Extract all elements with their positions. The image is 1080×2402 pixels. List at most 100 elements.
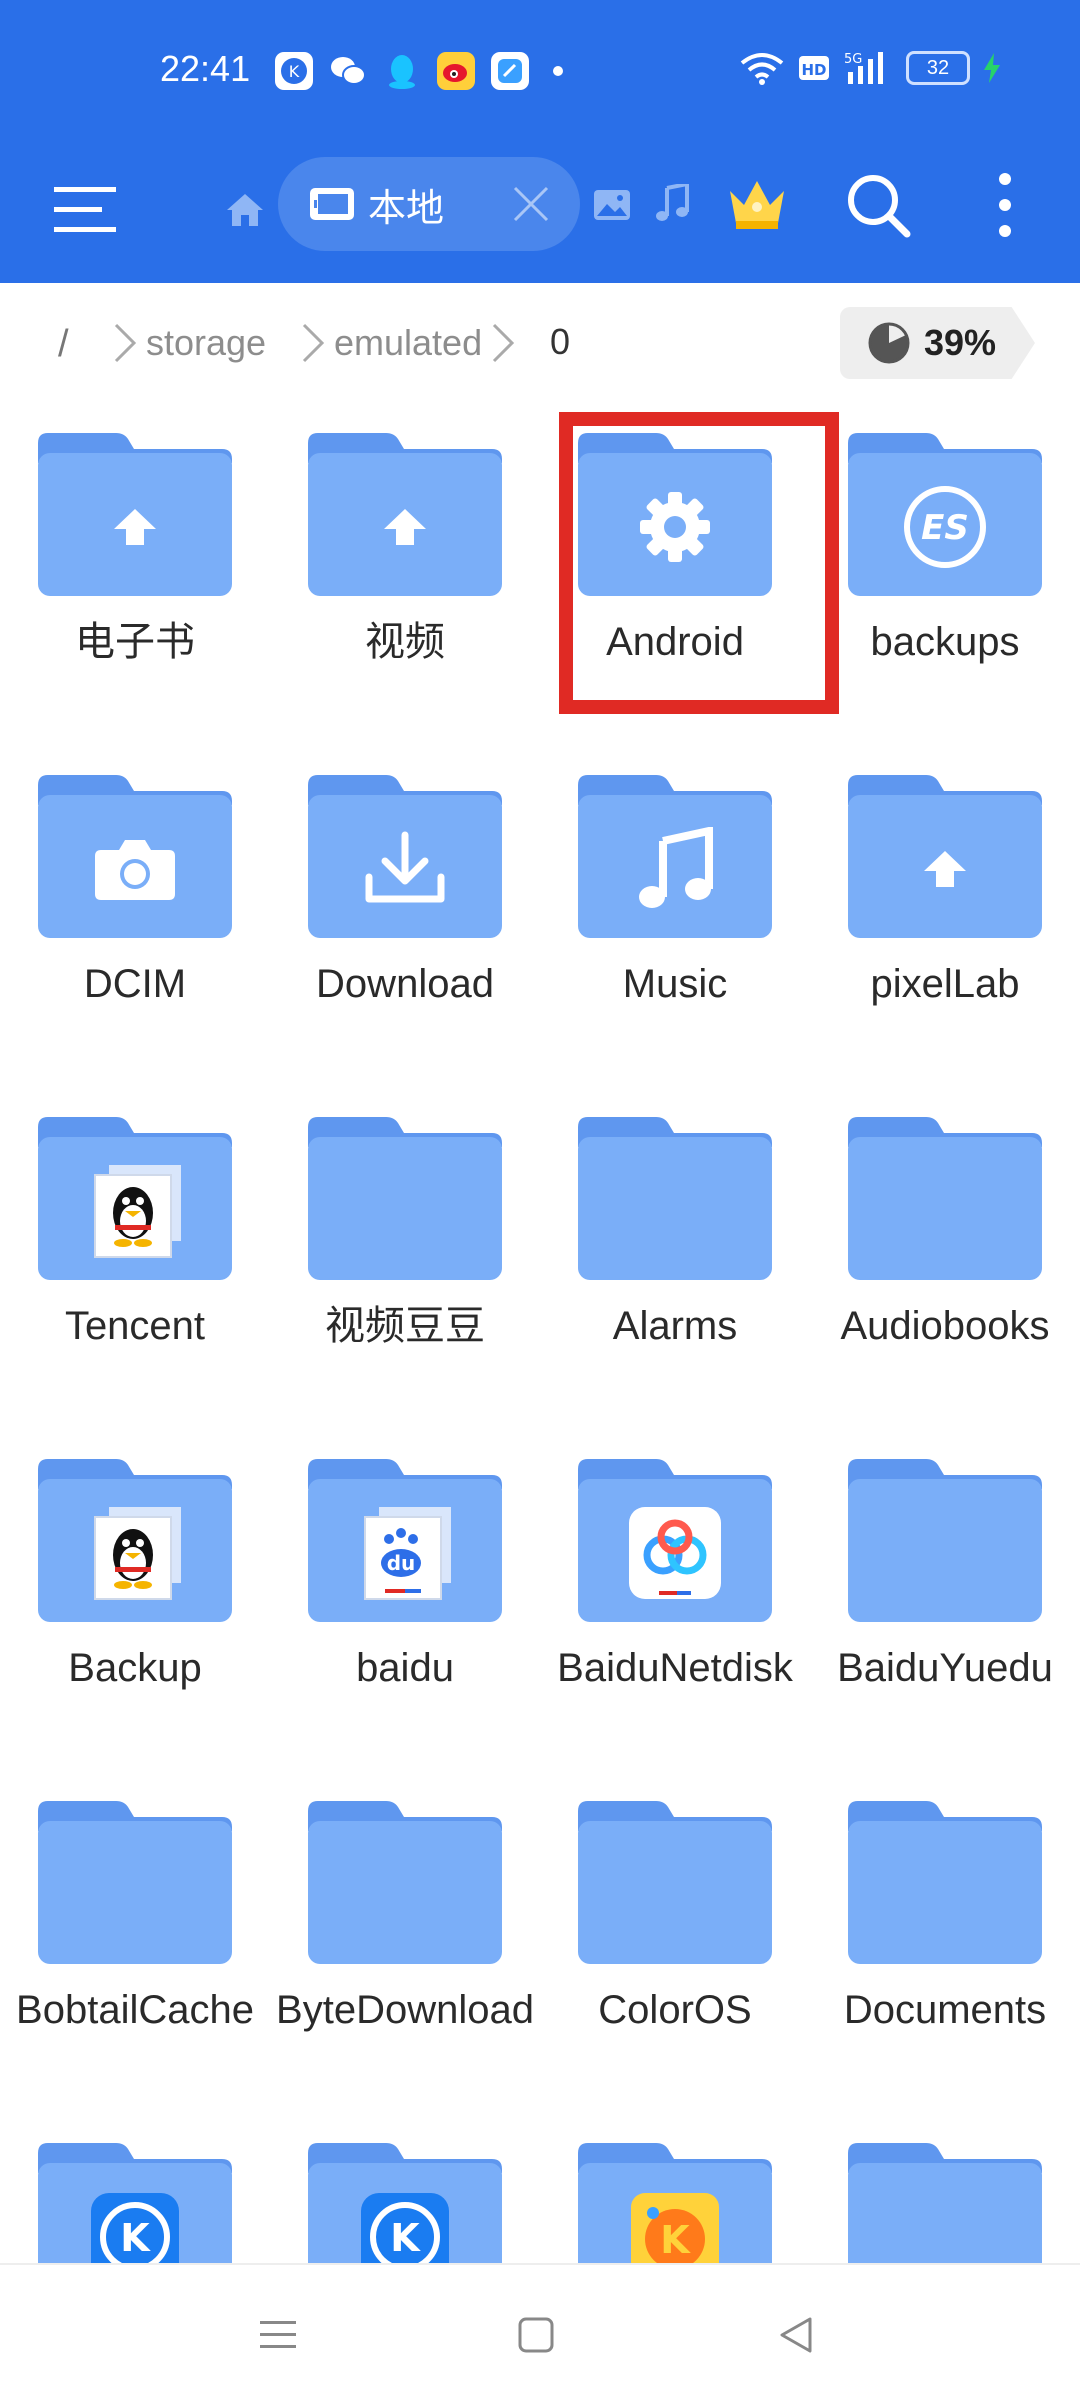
battery-level: 32 (926, 56, 950, 79)
folder-name: 视频 (365, 620, 445, 664)
folder-name: DCIM (83, 962, 187, 1006)
folder-item-download-5[interactable]: Download (270, 745, 540, 1087)
nav-recents-button[interactable] (248, 2305, 308, 2365)
folder-item-baidu-13[interactable]: du baidu (270, 1429, 540, 1771)
storage-usage-percent: 39% (924, 322, 997, 363)
folder-item-tencent-8[interactable]: Tencent (0, 1087, 270, 1429)
app-notification-icon (491, 52, 529, 90)
folder-name: Music (622, 962, 728, 1006)
chevron-right-icon (302, 323, 325, 363)
storage-usage-badge[interactable]: 39% (840, 307, 1035, 379)
breadcrumb-item-emulated[interactable]: emulated (300, 321, 524, 365)
nav-back-button[interactable] (766, 2305, 826, 2365)
menu-lines-icon (260, 2321, 296, 2348)
folder-item-partial-21[interactable]: K (270, 2113, 540, 2263)
folder-name: Alarms (612, 1304, 738, 1348)
folder-shape (308, 1117, 502, 1280)
hamburger-icon (54, 187, 116, 232)
folder-item-coloros-18[interactable]: ColorOS (540, 1771, 810, 2113)
folder-item-baidunetdisk-14[interactable]: BaiduNetdisk (540, 1429, 810, 1771)
folder-item-partial-23[interactable] (810, 2113, 1080, 2263)
kuaikan-icon: K (578, 2168, 772, 2263)
folder-item-partial-22[interactable]: K (540, 2113, 810, 2263)
status-bar: 22:41 K HD 5G 32 (0, 0, 1080, 145)
more-options-button[interactable] (985, 167, 1025, 243)
folder-item-baiduyuedu-15[interactable]: BaiduYuedu (810, 1429, 1080, 1771)
vip-button[interactable] (722, 169, 792, 239)
upload-arrow-icon (38, 458, 232, 596)
folder-name: baidu (356, 1646, 454, 1690)
menu-button[interactable] (50, 175, 120, 245)
hd-icon: HD (799, 56, 829, 80)
breadcrumb-label: storage (146, 322, 267, 363)
baidu-paw-icon: du (308, 1484, 502, 1622)
folder-item-dcim-4[interactable]: DCIM (0, 745, 270, 1087)
search-button[interactable] (840, 167, 916, 243)
folder-name: backups (870, 620, 1020, 664)
folder-item-music-6[interactable]: Music (540, 745, 810, 1087)
folder-name: BobtailCache (16, 1988, 254, 2032)
folder-name: 视频豆豆 (325, 1304, 485, 1348)
kugou-icon: K (38, 2168, 232, 2263)
music-note-icon (578, 800, 772, 938)
breadcrumb-item-current[interactable]: 0 (550, 321, 570, 363)
home-button[interactable] (220, 185, 270, 235)
folder-item-backup-12[interactable]: Backup (0, 1429, 270, 1771)
tab-local-label: 本地 (368, 187, 445, 230)
folder-name: Backup (68, 1646, 202, 1690)
square-icon (518, 2317, 554, 2353)
folder-name: BaiduNetdisk (557, 1646, 793, 1690)
nav-home-button[interactable] (506, 2305, 566, 2365)
folder-item-android-2[interactable]: Android (540, 403, 810, 745)
folder-item-bobtailcache-16[interactable]: BobtailCache (0, 1771, 270, 2113)
svg-text:HD: HD (801, 61, 826, 79)
folder-item-视频-1[interactable]: 视频 (270, 403, 540, 745)
folder-item-视频豆豆-9[interactable]: 视频豆豆 (270, 1087, 540, 1429)
tab-close-button[interactable] (506, 179, 556, 229)
weibo-notification-icon (437, 52, 475, 90)
more-notifications-dot (553, 66, 563, 76)
folder-item-backups-3[interactable]: ES backups (810, 403, 1080, 745)
folder-item-电子书-0[interactable]: 电子书 (0, 403, 270, 745)
folder-shape (578, 1801, 772, 1964)
tab-music[interactable] (650, 181, 694, 225)
folder-name: Tencent (64, 1304, 206, 1348)
baidu-netdisk-icon (578, 1484, 772, 1622)
svg-text:K: K (390, 2216, 421, 2260)
qq-notification-icon (383, 52, 421, 90)
crown-icon (730, 181, 784, 229)
folder-item-partial-20[interactable]: K (0, 2113, 270, 2263)
more-vertical-icon (999, 173, 1011, 237)
status-system-icons: HD 5G 32 (740, 50, 1000, 86)
status-time: 22:41 (160, 48, 251, 89)
camera-icon (38, 800, 232, 938)
back-triangle-icon (780, 2317, 812, 2353)
tab-images[interactable] (590, 183, 634, 227)
folder-shape (38, 1801, 232, 1964)
image-icon (594, 190, 630, 220)
qq-penguin-icon (38, 1142, 232, 1280)
folder-item-pixellab-7[interactable]: pixelLab (810, 745, 1080, 1087)
svg-text:K: K (289, 62, 300, 81)
folder-name: Android (606, 620, 744, 664)
battery-indicator: 32 (906, 51, 970, 85)
pie-chart-icon (868, 322, 910, 364)
tab-local[interactable]: 本地 (278, 157, 580, 251)
svg-text:5G: 5G (844, 52, 862, 67)
search-icon (848, 175, 911, 238)
folder-item-documents-19[interactable]: Documents (810, 1771, 1080, 2113)
status-notification-icons: K (275, 52, 563, 90)
home-icon (227, 194, 263, 226)
breadcrumb-label: emulated (334, 322, 483, 363)
folder-item-alarms-10[interactable]: Alarms (540, 1087, 810, 1429)
folder-name: Documents (843, 1988, 1047, 2032)
folder-item-bytedownload-17[interactable]: ByteDownload (270, 1771, 540, 2113)
breadcrumb-item-storage[interactable]: storage (112, 321, 266, 365)
folder-grid: 电子书 视频 Android ES backups DCIM Download Music pi… (0, 403, 1080, 2263)
close-icon (513, 186, 549, 222)
folder-shape (848, 1459, 1042, 1622)
wifi-icon (740, 53, 784, 85)
folder-item-audiobooks-11[interactable]: Audiobooks (810, 1087, 1080, 1429)
svg-text:du: du (387, 1551, 416, 1575)
breadcrumb-root[interactable]: / (58, 323, 69, 366)
